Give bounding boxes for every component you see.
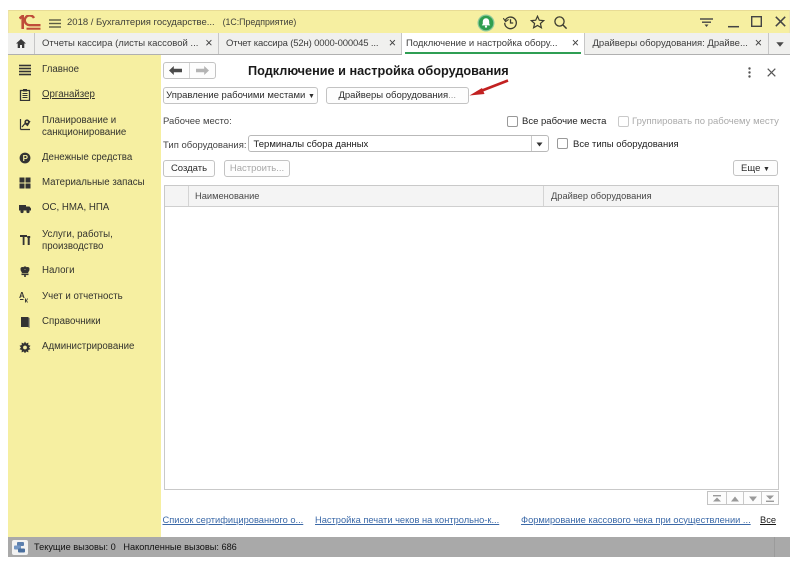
svg-text:Р: Р bbox=[23, 154, 29, 163]
svg-text:к: к bbox=[25, 297, 29, 303]
